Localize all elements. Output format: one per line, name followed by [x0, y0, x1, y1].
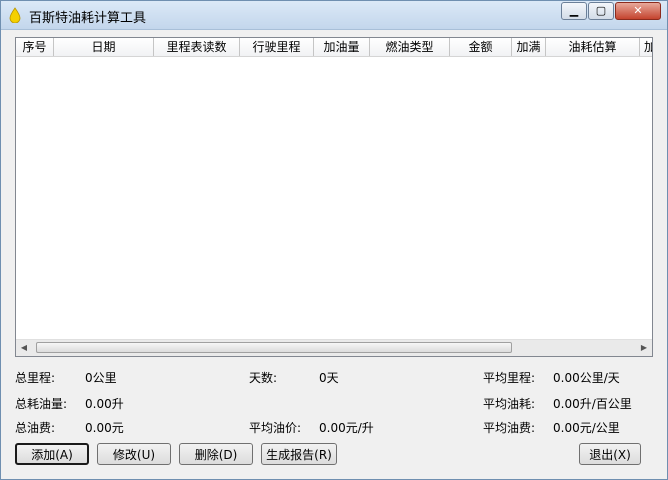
- column-header-fuel-type[interactable]: 燃油类型: [370, 38, 450, 56]
- maximize-icon: ▢: [595, 4, 607, 17]
- delete-button[interactable]: 删除(D): [179, 443, 253, 465]
- column-header-consumption-estimate[interactable]: 油耗估算: [546, 38, 640, 56]
- column-header-odometer[interactable]: 里程表读数: [154, 38, 240, 56]
- column-header-date[interactable]: 日期: [54, 38, 154, 56]
- scroll-left-icon[interactable]: ◀: [16, 340, 32, 356]
- generate-report-button[interactable]: 生成报告(R): [261, 443, 337, 465]
- column-header-extra[interactable]: 加: [640, 38, 652, 56]
- title-bar[interactable]: 百斯特油耗计算工具 ▁ ▢ ✕: [1, 1, 667, 30]
- records-table[interactable]: 序号 日期 里程表读数 行驶里程 加油量 燃油类型 金额 加满 油耗估算 加 ◀…: [15, 37, 653, 357]
- stat-value: 0.00升/百公里: [553, 397, 632, 411]
- close-button[interactable]: ✕: [615, 2, 661, 20]
- stat-label: 平均油耗:: [483, 397, 536, 411]
- stat-label: 平均油价:: [249, 421, 302, 435]
- stat-value: 0.00元/升: [319, 421, 374, 435]
- fuel-drop-icon: [9, 7, 21, 23]
- stat-value: 0.00元/公里: [553, 421, 620, 435]
- add-button[interactable]: 添加(A): [15, 443, 89, 465]
- scroll-right-icon[interactable]: ▶: [636, 340, 652, 356]
- column-header-amount[interactable]: 金额: [450, 38, 512, 56]
- maximize-button[interactable]: ▢: [588, 2, 614, 20]
- close-icon: ✕: [633, 4, 643, 17]
- stat-value: 0.00元: [85, 421, 124, 435]
- column-header-fuel-amount[interactable]: 加油量: [314, 38, 370, 56]
- window-title: 百斯特油耗计算工具: [29, 11, 147, 26]
- column-header-full[interactable]: 加满: [512, 38, 546, 56]
- main-window: 百斯特油耗计算工具 ▁ ▢ ✕ 序号 日期 里程表读数 行驶里程 加油量 燃油类…: [0, 0, 668, 480]
- horizontal-scrollbar[interactable]: ◀ ▶: [16, 339, 652, 356]
- stat-value: 0.00公里/天: [553, 371, 620, 385]
- stat-label: 总里程:: [15, 371, 56, 385]
- edit-button[interactable]: 修改(U): [97, 443, 171, 465]
- minimize-icon: ▁: [569, 4, 579, 17]
- stat-label: 总耗油量:: [15, 397, 68, 411]
- table-header: 序号 日期 里程表读数 行驶里程 加油量 燃油类型 金额 加满 油耗估算 加: [16, 38, 652, 57]
- column-header-distance[interactable]: 行驶里程: [240, 38, 314, 56]
- minimize-button[interactable]: ▁: [561, 2, 587, 20]
- stat-label: 天数:: [249, 371, 278, 385]
- stat-value: 0公里: [85, 371, 117, 385]
- exit-button[interactable]: 退出(X): [579, 443, 641, 465]
- stat-value: 0.00升: [85, 397, 124, 411]
- stat-label: 总油费:: [15, 421, 56, 435]
- scroll-thumb[interactable]: [36, 342, 512, 353]
- stat-label: 平均油费:: [483, 421, 536, 435]
- column-header-index[interactable]: 序号: [16, 38, 54, 56]
- stat-value: 0天: [319, 371, 339, 385]
- stat-label: 平均里程:: [483, 371, 536, 385]
